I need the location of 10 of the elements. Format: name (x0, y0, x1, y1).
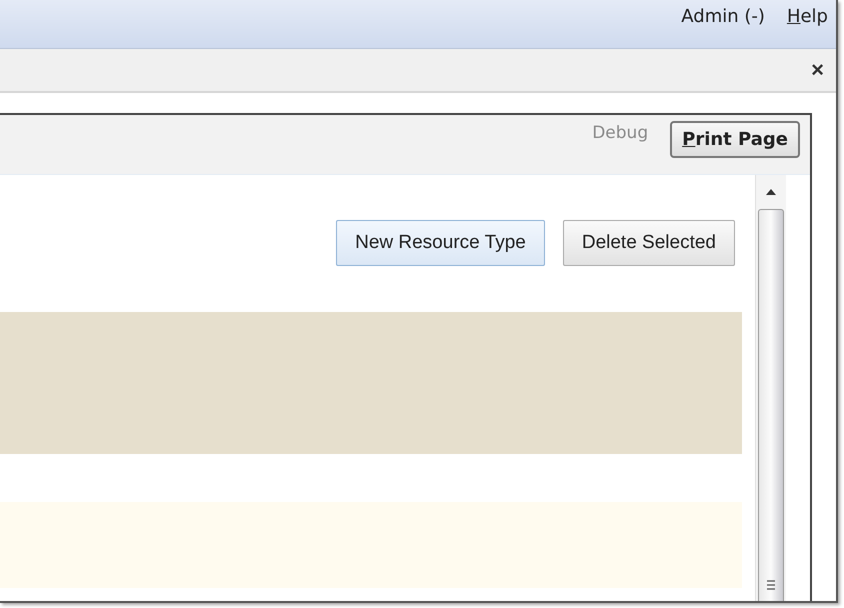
vertical-scrollbar[interactable] (755, 175, 786, 601)
scroll-thumb[interactable] (758, 209, 784, 601)
menu-item[interactable]: Admin (-) (681, 6, 765, 27)
close-button[interactable]: × (809, 59, 826, 81)
scroll-up-icon[interactable] (766, 189, 776, 195)
print-page-button[interactable]: Print Page (670, 121, 800, 158)
new-resource-type-button[interactable]: New Resource Type (336, 220, 545, 266)
grip-icon (766, 579, 776, 591)
delete-selected-button[interactable]: Delete Selected (562, 220, 735, 266)
menu-item[interactable]: Help (786, 6, 828, 27)
